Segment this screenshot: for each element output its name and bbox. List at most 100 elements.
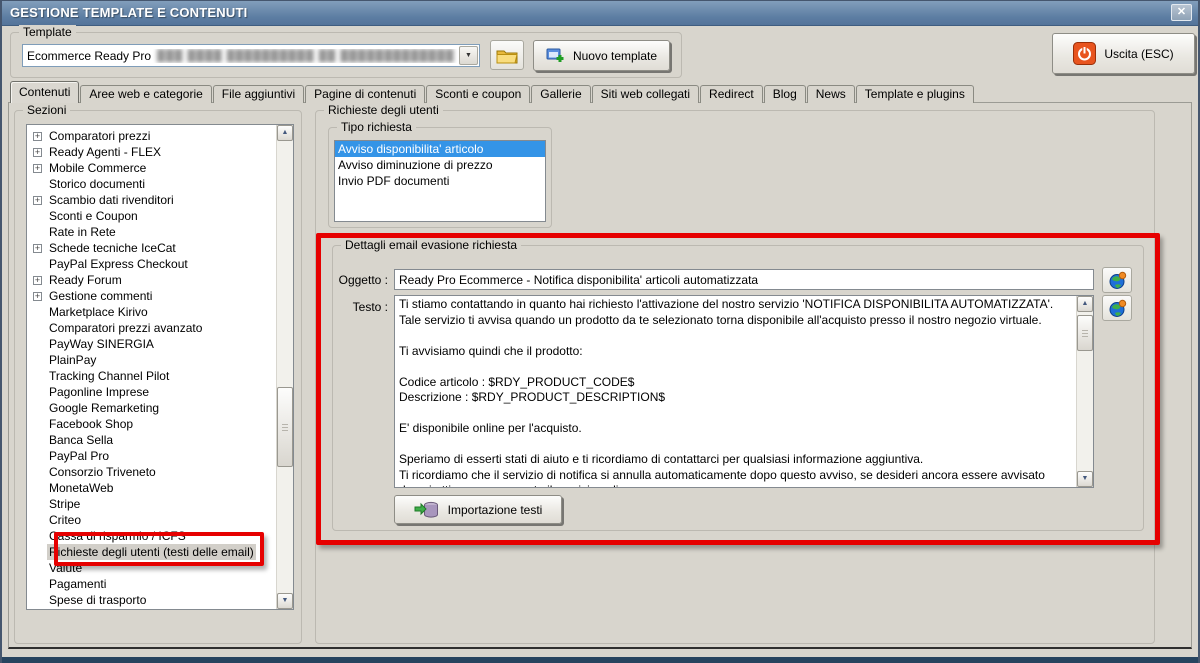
scroll-up-icon[interactable]: ▲ [277, 125, 293, 141]
tree-item-label: PlainPay [49, 353, 97, 367]
expand-plus-icon[interactable]: + [33, 163, 42, 173]
tree-item[interactable]: + Scambio dati rivenditori [27, 192, 276, 208]
tree-item[interactable]: + PayPal Express Checkout [27, 256, 276, 272]
globe-icon [1109, 299, 1126, 317]
tree-item[interactable]: + Consorzio Triveneto [27, 464, 276, 480]
tree-item[interactable]: + Tracking Channel Pilot [27, 368, 276, 384]
tree-item-label: PayWay SINERGIA [49, 337, 154, 351]
scroll-up-icon[interactable]: ▲ [1077, 296, 1093, 312]
tree-item[interactable]: + PlainPay [27, 352, 276, 368]
new-template-button[interactable]: Nuovo template [533, 40, 670, 71]
tab[interactable]: Gallerie [531, 85, 591, 103]
open-folder-button[interactable] [490, 40, 524, 70]
body-textarea[interactable]: Ti stiamo contattando in quanto hai rich… [394, 295, 1094, 488]
tab[interactable]: Contenuti [10, 81, 80, 103]
tree-item-label: Cassa di risparmio / ICFS [49, 529, 186, 543]
tree-item[interactable]: + Marketplace Kirivo [27, 304, 276, 320]
expand-plus-icon[interactable]: + [33, 243, 42, 253]
tree-item[interactable]: + Storico documenti [27, 176, 276, 192]
tree-scrollbar[interactable]: ▲ ▼ [276, 125, 293, 609]
subject-input[interactable]: Ready Pro Ecommerce - Notifica disponibi… [394, 269, 1094, 290]
template-name-text: Ecommerce Ready Pro [27, 48, 152, 63]
tree-item[interactable]: + PayPal Pro [27, 448, 276, 464]
tab[interactable]: Siti web collegati [591, 85, 700, 103]
tree-item[interactable]: + Banca Sella [27, 432, 276, 448]
new-template-icon [546, 48, 564, 62]
tree-item[interactable]: + Facebook Shop [27, 416, 276, 432]
tab[interactable]: Pagine di contenuti [305, 85, 426, 103]
database-import-icon [414, 501, 438, 518]
close-icon[interactable]: ✕ [1171, 4, 1192, 21]
tree-item[interactable]: + Criteo [27, 512, 276, 528]
expand-plus-icon[interactable]: + [33, 147, 42, 157]
tree-item[interactable]: + Stripe [27, 496, 276, 512]
template-combobox[interactable]: Ecommerce Ready Pro ███ ████ ██████████ … [22, 44, 480, 67]
request-type-group-label: Tipo richiesta [337, 120, 416, 134]
tree-item[interactable]: + MonetaWeb [27, 480, 276, 496]
scroll-down-icon[interactable]: ▼ [1077, 471, 1093, 487]
tree-item[interactable]: + Cassa di risparmio / ICFS [27, 528, 276, 544]
expand-plus-icon[interactable]: + [33, 131, 42, 141]
redacted-template-name: ███ ████ ██████████ ██ █████████████ [157, 49, 455, 62]
tree-item[interactable]: + Pagonline Imprese [27, 384, 276, 400]
tree-item-label: Google Remarketing [49, 401, 160, 415]
tree-item[interactable]: + Comparatori prezzi avanzato [27, 320, 276, 336]
tree-item-label: Pagamenti [49, 577, 107, 591]
tab[interactable]: Aree web e categorie [80, 85, 212, 103]
tree-item[interactable]: + Comparatori prezzi [27, 128, 276, 144]
tab[interactable]: File aggiuntivi [212, 85, 305, 103]
body-translate-button[interactable] [1102, 295, 1132, 321]
tree-item[interactable]: + Valute [27, 560, 276, 576]
tree-item[interactable]: + Ready Forum [27, 272, 276, 288]
tree-item-label: Scambio dati rivenditori [49, 193, 174, 207]
sections-tree[interactable]: + Comparatori prezzi + Ready Agenti - FL… [26, 124, 294, 610]
tree-item[interactable]: + Pagamenti [27, 576, 276, 592]
sections-group-label: Sezioni [23, 103, 71, 117]
tree-item[interactable]: + Google Remarketing [27, 400, 276, 416]
tree-item-label: MonetaWeb [49, 481, 114, 495]
tree-item[interactable]: + Schede tecniche IceCat [27, 240, 276, 256]
tree-item[interactable]: + PayWay SINERGIA [27, 336, 276, 352]
subject-label: Oggetto : [338, 273, 388, 287]
tab[interactable]: Template e plugins [855, 85, 974, 103]
expand-plus-icon[interactable]: + [33, 291, 42, 301]
expand-plus-icon[interactable]: + [33, 195, 42, 205]
scroll-down-icon[interactable]: ▼ [277, 593, 293, 609]
tab[interactable]: Sconti e coupon [426, 85, 531, 103]
tree-scrollbar-thumb[interactable] [277, 387, 293, 467]
exit-button[interactable]: Uscita (ESC) [1052, 33, 1195, 74]
tree-item[interactable]: + Richieste degli utenti (testi delle em… [27, 544, 276, 560]
subject-translate-button[interactable] [1102, 267, 1132, 293]
tree-item[interactable]: + Gestione commenti [27, 288, 276, 304]
expand-plus-icon[interactable]: + [33, 275, 42, 285]
folder-icon [496, 50, 518, 63]
tree-item[interactable]: + Mobile Commerce [27, 160, 276, 176]
tab[interactable]: Blog [763, 85, 806, 103]
tree-item-label: Ready Forum [49, 273, 122, 287]
request-type-list[interactable]: Avviso disponibilita' articolo Avviso dim… [334, 140, 546, 222]
body-label: Testo : [352, 300, 388, 314]
template-combobox-value: Ecommerce Ready Pro ███ ████ ██████████ … [23, 49, 459, 63]
tab[interactable]: Redirect [700, 85, 763, 103]
tree-item-label: Sconti e Coupon [49, 209, 138, 223]
exit-button-label: Uscita (ESC) [1104, 46, 1174, 61]
tree-item[interactable]: + Sconti e Coupon [27, 208, 276, 224]
title-bar: GESTIONE TEMPLATE E CONTENUTI ✕ [0, 0, 1200, 26]
tree-item-label: Banca Sella [49, 433, 114, 447]
request-type-option[interactable]: Invio PDF documenti [335, 173, 545, 189]
tree-item-label: Rate in Rete [49, 225, 116, 239]
tree-item[interactable]: + Ready Agenti - FLEX [27, 144, 276, 160]
tab[interactable]: News [806, 85, 855, 103]
import-texts-label: Importazione testi [447, 502, 543, 517]
body-scrollbar-thumb[interactable] [1077, 315, 1093, 351]
tree-item[interactable]: + Rate in Rete [27, 224, 276, 240]
tree-item-label: Facebook Shop [49, 417, 134, 431]
import-texts-button[interactable]: Importazione testi [394, 495, 562, 524]
chevron-down-icon[interactable]: ▼ [459, 46, 478, 65]
body-scrollbar[interactable]: ▲ ▼ [1076, 296, 1093, 487]
request-type-option[interactable]: Avviso disponibilita' articolo [335, 141, 545, 157]
tree-item[interactable]: + Spese di trasporto [27, 592, 276, 608]
request-type-option[interactable]: Avviso diminuzione di prezzo [335, 157, 545, 173]
globe-icon [1109, 271, 1126, 289]
tree-item-label: Ready Agenti - FLEX [49, 145, 162, 159]
